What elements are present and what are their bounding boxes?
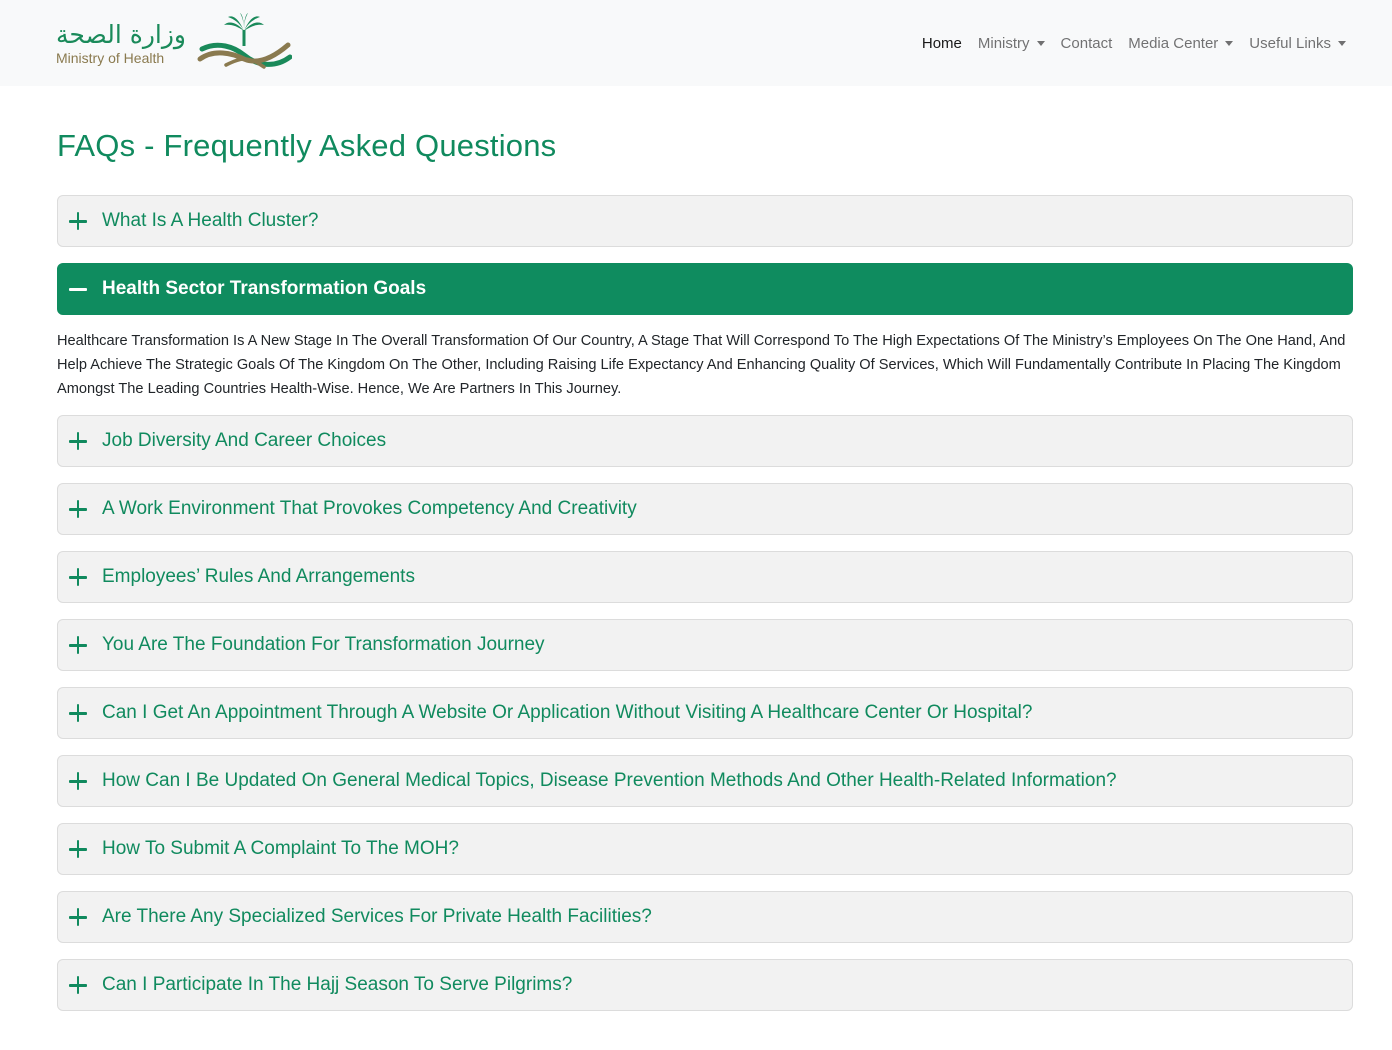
faq-toggle-button[interactable]: How To Submit A Complaint To The MOH?: [57, 823, 1353, 875]
plus-icon: [68, 635, 88, 655]
logo-arabic-name: وزارة الصحة: [56, 19, 186, 49]
nav-contact[interactable]: Contact: [1061, 35, 1113, 52]
plus-icon: [68, 499, 88, 519]
plus-icon: [68, 431, 88, 451]
minus-icon: [68, 279, 88, 299]
plus-icon: [68, 975, 88, 995]
faq-toggle-button[interactable]: Employees’ Rules And Arrangements: [57, 551, 1353, 603]
nav-home-label: Home: [921, 34, 962, 52]
faq-toggle-button[interactable]: Are There Any Specialized Services For P…: [57, 891, 1353, 943]
faq-question: Job Diversity And Career Choices: [102, 430, 387, 451]
main-content: FAQs - Frequently Asked Questions What I…: [0, 128, 1392, 1011]
faq-question: How To Submit A Complaint To The MOH?: [102, 838, 459, 859]
faq-item: How To Submit A Complaint To The MOH?: [57, 823, 1353, 875]
faq-answer: Healthcare Transformation Is A New Stage…: [57, 333, 1346, 397]
faq-item: You Are The Foundation For Transformatio…: [57, 619, 1353, 671]
faq-toggle-button[interactable]: Can I Get An Appointment Through A Websi…: [57, 687, 1353, 739]
nav-ministry-label: Ministry: [977, 34, 1030, 52]
nav-useful-links-dropdown[interactable]: Useful Links: [1249, 35, 1346, 52]
nav-useful-links-label: Useful Links: [1249, 34, 1331, 52]
faq-item: Employees’ Rules And Arrangements: [57, 551, 1353, 603]
faq-question: Can I Get An Appointment Through A Websi…: [102, 702, 1033, 723]
faq-toggle-button[interactable]: What Is A Health Cluster?: [57, 195, 1353, 247]
nav-media-center-label: Media Center: [1128, 34, 1219, 52]
caret-down-icon: [1338, 40, 1346, 46]
faq-toggle-button[interactable]: You Are The Foundation For Transformatio…: [57, 619, 1353, 671]
faq-item: Can I Participate In The Hajj Season To …: [57, 959, 1353, 1011]
faq-toggle-button[interactable]: Health Sector Transformation Goals: [57, 263, 1353, 315]
faq-question: Can I Participate In The Hajj Season To …: [102, 974, 573, 995]
faq-item: Job Diversity And Career Choices: [57, 415, 1353, 467]
faq-toggle-button[interactable]: How Can I Be Updated On General Medical …: [57, 755, 1353, 807]
nav-contact-label: Contact: [1060, 34, 1113, 52]
faq-item-expanded: Health Sector Transformation Goals Healt…: [57, 263, 1353, 401]
faq-question: Are There Any Specialized Services For P…: [102, 906, 652, 927]
nav-media-center-dropdown[interactable]: Media Center: [1128, 34, 1234, 52]
logo-text: وزارة الصحة Ministry of Health: [56, 19, 186, 66]
faq-item: A Work Environment That Provokes Compete…: [57, 483, 1353, 535]
ministry-logo[interactable]: وزارة الصحة Ministry of Health: [56, 13, 292, 73]
faq-question: Health Sector Transformation Goals: [102, 278, 427, 299]
caret-down-icon: [1225, 40, 1234, 46]
faq-item: Are There Any Specialized Services For P…: [57, 891, 1353, 943]
logo-english-name: Ministry of Health: [56, 49, 165, 66]
plus-icon: [68, 839, 88, 859]
palm-emblem-icon: [197, 13, 292, 69]
main-nav: Home Ministry Contact Media Center Usefu…: [922, 35, 1346, 52]
faq-question: What Is A Health Cluster?: [102, 210, 319, 231]
top-navbar: وزارة الصحة Ministry of Health Home Mini…: [0, 0, 1392, 86]
plus-icon: [68, 771, 88, 791]
nav-ministry-dropdown[interactable]: Ministry: [978, 35, 1045, 52]
faq-item: How Can I Be Updated On General Medical …: [57, 755, 1353, 807]
faq-item: Can I Get An Appointment Through A Websi…: [57, 687, 1353, 739]
faq-item: What Is A Health Cluster?: [57, 195, 1353, 247]
faq-toggle-button[interactable]: A Work Environment That Provokes Compete…: [57, 483, 1353, 535]
plus-icon: [68, 211, 88, 231]
caret-down-icon: [1036, 40, 1045, 46]
plus-icon: [68, 907, 88, 927]
faq-question: You Are The Foundation For Transformatio…: [102, 634, 545, 655]
faq-question: How Can I Be Updated On General Medical …: [102, 770, 1117, 791]
plus-icon: [68, 567, 88, 587]
plus-icon: [68, 703, 88, 723]
faq-question: Employees’ Rules And Arrangements: [102, 566, 415, 587]
faq-toggle-button[interactable]: Can I Participate In The Hajj Season To …: [57, 959, 1353, 1011]
nav-home[interactable]: Home: [922, 35, 962, 52]
faq-question: A Work Environment That Provokes Compete…: [102, 498, 637, 519]
faq-accordion: What Is A Health Cluster? Health Sector …: [57, 195, 1353, 1011]
page-title: FAQs - Frequently Asked Questions: [57, 128, 557, 163]
faq-toggle-button[interactable]: Job Diversity And Career Choices: [57, 415, 1353, 467]
